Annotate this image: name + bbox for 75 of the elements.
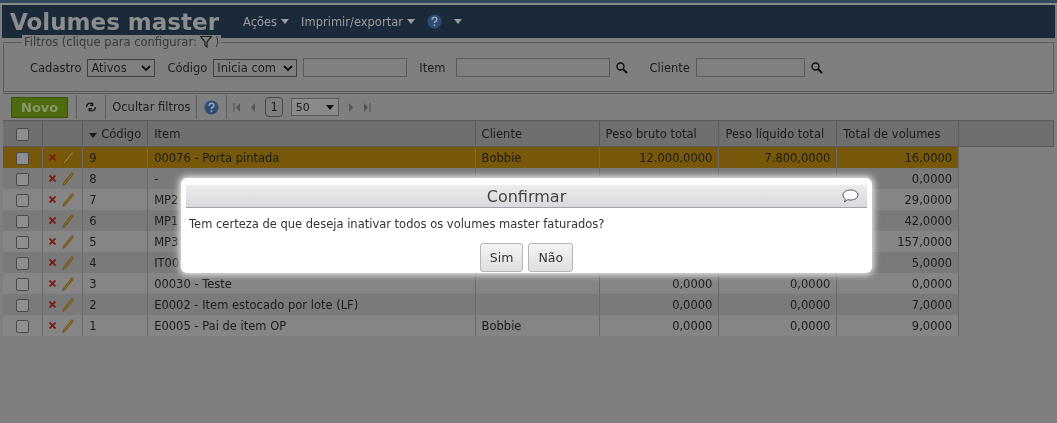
filter-label: Cadastro bbox=[30, 60, 82, 75]
select-field[interactable]: Inicia com bbox=[213, 58, 298, 77]
page-number[interactable]: 1 bbox=[265, 97, 283, 117]
delete-icon[interactable] bbox=[49, 154, 57, 161]
dialog-title: Confirmar bbox=[486, 186, 567, 206]
help-icon[interactable] bbox=[204, 99, 220, 115]
table-cell: Bobbie bbox=[475, 315, 600, 336]
delete-icon[interactable] bbox=[49, 322, 57, 329]
filter-label: Cliente bbox=[649, 60, 690, 75]
row-checkbox[interactable] bbox=[16, 172, 30, 186]
pencil-icon[interactable] bbox=[62, 171, 75, 186]
search-icon[interactable] bbox=[615, 61, 628, 74]
row-checkbox[interactable] bbox=[16, 298, 30, 312]
row-checkbox[interactable] bbox=[16, 277, 30, 291]
delete-icon[interactable] bbox=[49, 280, 57, 287]
column-header[interactable]: Código bbox=[82, 120, 148, 147]
table-cell: 1 bbox=[82, 315, 148, 336]
table-row[interactable]: 9 00076 - Porta pintada Bobbie 12.000,0000 7.800,0000 16,0000 bbox=[3, 146, 1054, 168]
select-field[interactable]: Ativos bbox=[87, 58, 156, 77]
delete-icon[interactable] bbox=[49, 238, 57, 245]
row-checkbox[interactable] bbox=[16, 256, 30, 270]
row-checkbox[interactable] bbox=[16, 151, 30, 165]
delete-icon[interactable] bbox=[49, 175, 57, 182]
menu-button[interactable]: Imprimir/exportar bbox=[301, 14, 415, 29]
column-header[interactable]: Peso líquido total bbox=[718, 120, 837, 147]
table-cell: E0005 - Pai de item OP bbox=[147, 315, 476, 336]
next-page-icon[interactable] bbox=[346, 102, 355, 112]
last-page-icon[interactable] bbox=[362, 102, 371, 112]
row-checkbox[interactable] bbox=[16, 193, 30, 207]
delete-icon[interactable] bbox=[49, 217, 57, 224]
chevron-icon[interactable] bbox=[283, 63, 294, 72]
input-field[interactable] bbox=[303, 58, 408, 77]
search-icon[interactable] bbox=[810, 61, 823, 74]
filters-legend-end: ) bbox=[214, 35, 220, 49]
row-checkbox[interactable] bbox=[16, 214, 30, 228]
page-title: Volumes master bbox=[10, 8, 219, 35]
chevron-icon[interactable] bbox=[141, 63, 152, 72]
speech-bubble-icon[interactable] bbox=[842, 189, 859, 203]
delete-icon[interactable] bbox=[49, 301, 57, 308]
pencil-icon[interactable] bbox=[62, 297, 75, 312]
dialog-button[interactable]: Sim bbox=[479, 243, 524, 272]
pencil-icon[interactable] bbox=[62, 192, 75, 207]
column-header[interactable]: Total de volumes bbox=[836, 120, 959, 147]
pencil-icon[interactable] bbox=[62, 276, 75, 291]
column-header[interactable]: Item bbox=[147, 120, 476, 147]
refresh-icon[interactable] bbox=[85, 100, 98, 114]
pencil-icon[interactable] bbox=[62, 213, 75, 228]
pencil-icon[interactable] bbox=[62, 255, 75, 270]
dialog-button[interactable]: Não bbox=[528, 243, 574, 272]
help-icon[interactable] bbox=[426, 14, 442, 29]
column-header[interactable]: Peso bruto total bbox=[599, 120, 719, 147]
filters-legend[interactable]: Filtros (clique para configurar: bbox=[24, 35, 197, 49]
caret-icon[interactable] bbox=[453, 19, 462, 24]
pencil-icon[interactable] bbox=[62, 318, 75, 333]
row-checkbox[interactable] bbox=[16, 235, 30, 249]
menu-button[interactable]: Ações bbox=[243, 14, 290, 29]
filter-icon[interactable] bbox=[199, 36, 212, 48]
table-cell: 0,0000 bbox=[718, 315, 837, 336]
delete-icon[interactable] bbox=[49, 196, 57, 203]
column-header[interactable]: Cliente bbox=[475, 120, 600, 147]
pencil-icon[interactable] bbox=[62, 150, 75, 165]
filter-label: Item bbox=[419, 60, 446, 75]
hide-filters-button[interactable]: Ocultar filtros bbox=[106, 100, 197, 114]
input-field[interactable] bbox=[695, 58, 805, 77]
previous-page-icon[interactable] bbox=[249, 102, 258, 112]
delete-icon[interactable] bbox=[49, 259, 57, 266]
filter-label: Código bbox=[167, 60, 208, 75]
select-all-checkbox[interactable] bbox=[16, 127, 30, 141]
page-size-select[interactable]: 50 bbox=[290, 98, 339, 116]
row-checkbox[interactable] bbox=[16, 319, 30, 333]
table-cell: 0,0000 bbox=[599, 315, 719, 336]
input-field[interactable] bbox=[455, 58, 610, 77]
first-page-icon[interactable] bbox=[233, 102, 242, 112]
table-cell: 9,0000 bbox=[836, 315, 959, 336]
pencil-icon[interactable] bbox=[62, 234, 75, 249]
